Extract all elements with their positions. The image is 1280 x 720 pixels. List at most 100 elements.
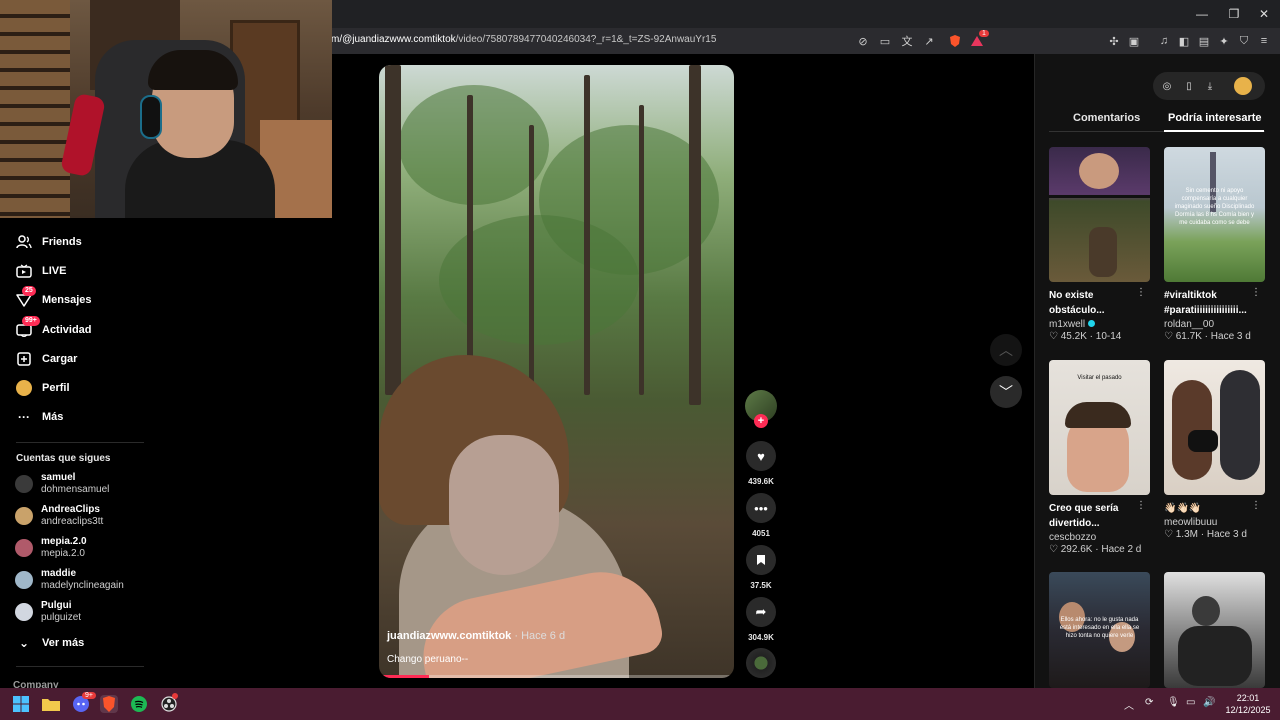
media-icon[interactable]: ♫: [1156, 33, 1172, 49]
close-icon[interactable]: ✕: [1248, 0, 1280, 28]
sidebar-divider: [16, 666, 144, 667]
obs-icon[interactable]: [160, 693, 178, 713]
video-tree: [689, 65, 701, 405]
extensions-icon[interactable]: ✣: [1106, 33, 1122, 49]
sidebar-item-friends[interactable]: Friends: [16, 231, 82, 253]
webcam-stairs: [0, 0, 70, 218]
save-button[interactable]: 37.5K: [744, 545, 778, 590]
brave-icon[interactable]: [100, 695, 118, 713]
restore-icon[interactable]: ❐: [1218, 0, 1250, 28]
video-tree: [529, 125, 534, 405]
sidebar-toggle-icon[interactable]: ◧: [1176, 33, 1192, 49]
recommended-video-card[interactable]: [1164, 572, 1265, 688]
recommended-video-card[interactable]: Sin cemento ni apoyo compensaría a cualq…: [1164, 147, 1265, 342]
discord-icon[interactable]: 9+: [72, 692, 96, 713]
autoscroll-icon[interactable]: ◎: [1160, 79, 1174, 93]
card-stats: ♡ 292.6K · Hace 2 d: [1049, 544, 1142, 555]
tab-recommended[interactable]: Podría interesarte: [1168, 112, 1262, 124]
download-icon[interactable]: ⤓: [1203, 79, 1217, 93]
sidebar-item-label: Mensajes: [42, 294, 92, 306]
avatar: [15, 507, 33, 525]
sidebar-item-activity[interactable]: 99+ Actividad: [16, 316, 92, 341]
share-page-icon[interactable]: ↗: [921, 33, 937, 49]
avatar: [15, 603, 33, 621]
sidebar-item-profile[interactable]: Perfil: [16, 377, 70, 399]
video-tree: [385, 65, 401, 395]
windows-icon[interactable]: [12, 695, 30, 713]
sidebar-item-upload[interactable]: Cargar: [16, 348, 77, 370]
music-disc-icon[interactable]: [746, 648, 776, 678]
sidebar-item-more[interactable]: ··· Más: [16, 406, 63, 428]
recommended-video-card[interactable]: Ellos ahora: no le gusta nada está inter…: [1049, 572, 1150, 688]
following-item[interactable]: AndreaClips andreaclips3tt: [15, 502, 103, 530]
card-more-icon[interactable]: ⋮: [1136, 500, 1146, 511]
following-name: AndreaClips: [41, 504, 100, 515]
url-text[interactable]: m/@juandiazwww.comtiktok/video/758078947…: [331, 34, 716, 45]
mute-icon[interactable]: ⊘: [855, 33, 871, 49]
next-video-button[interactable]: ﹀: [990, 376, 1022, 408]
recommended-video-card[interactable]: Visitar el pasado ⋮ Creo que sería diver…: [1049, 360, 1150, 555]
video-progress-bar[interactable]: [379, 675, 734, 678]
brave-rewards-icon[interactable]: 1: [969, 30, 989, 49]
thumbnail-head: [1192, 596, 1220, 626]
video-foliage: [399, 85, 549, 205]
following-item[interactable]: Pulgui pulguizet: [15, 598, 81, 626]
following-item[interactable]: maddie madelynclineagain: [15, 566, 124, 594]
follow-button[interactable]: +: [754, 414, 768, 428]
card-user: meowlibuuu: [1164, 517, 1218, 528]
translate-icon[interactable]: 文: [899, 33, 915, 49]
leo-ai-icon[interactable]: ✦: [1216, 33, 1232, 49]
recommended-video-card[interactable]: ⋮ 👋🏻👋🏻👋🏻 meowlibuuu ♡ 1.3M · Hace 3 d: [1164, 360, 1265, 540]
wallet-icon[interactable]: ▤: [1196, 33, 1212, 49]
avatar: [15, 475, 33, 493]
video-thumbnail: Sin cemento ni apoyo compensaría a cualq…: [1164, 147, 1265, 282]
sidebar-item-messages[interactable]: 25 Mensajes: [16, 286, 92, 311]
user-avatar[interactable]: [1234, 77, 1252, 95]
video-tree: [584, 75, 590, 395]
live-icon: [16, 263, 32, 279]
card-more-icon[interactable]: ⋮: [1251, 287, 1261, 298]
comment-count: 4051: [752, 529, 770, 538]
tab-icon[interactable]: ▣: [1126, 33, 1142, 49]
following-name: samuel: [41, 472, 76, 483]
microphone-icon[interactable]: 🎙: [1167, 697, 1180, 708]
video-player[interactable]: juandiazwww.comtiktok · Hace 6 d Chango …: [379, 65, 734, 678]
recommended-video-card[interactable]: ⋮ No existe obstáculo... m1xwell ♡ 45.2K…: [1049, 147, 1150, 342]
minimize-icon[interactable]: —: [1186, 0, 1218, 28]
like-button[interactable]: ♥ 439.6K: [744, 441, 778, 486]
share-button[interactable]: ➦ 304.9K: [744, 597, 778, 642]
avatar: [15, 571, 33, 589]
messages-badge: 25: [22, 286, 36, 296]
taskbar-clock[interactable]: 22:01 12/12/2025: [1222, 692, 1274, 716]
previous-video-button[interactable]: ︿: [990, 334, 1022, 366]
thumbnail-face: [1079, 153, 1119, 189]
video-tree: [639, 105, 644, 395]
volume-icon[interactable]: 🔊: [1203, 697, 1215, 708]
tray-chevron-up-icon[interactable]: ︿: [1124, 697, 1134, 712]
menu-icon[interactable]: ≡: [1256, 33, 1272, 49]
following-item[interactable]: mepia.2.0 mepia.2.0: [15, 534, 87, 562]
messages-icon: 25: [16, 286, 36, 308]
webcam-overlay: [0, 0, 332, 218]
cast-icon[interactable]: ▭: [877, 33, 893, 49]
sidebar-item-live[interactable]: LIVE: [16, 260, 66, 282]
mobile-view-icon[interactable]: ▯: [1182, 79, 1196, 93]
comment-button[interactable]: ••• 4051: [744, 493, 778, 538]
windows-taskbar: [0, 688, 1280, 720]
tab-comments[interactable]: Comentarios: [1073, 112, 1140, 124]
following-item[interactable]: samuel dohmensamuel: [15, 470, 109, 498]
spotify-icon[interactable]: [130, 695, 148, 713]
card-title: No existe obstáculo...: [1049, 290, 1105, 316]
see-more-button[interactable]: ⌄ Ver más: [16, 632, 84, 654]
folder-icon[interactable]: [42, 695, 60, 713]
network-icon[interactable]: ▭: [1186, 697, 1195, 708]
vpn-icon[interactable]: ⛉: [1236, 33, 1252, 49]
brave-shield-icon[interactable]: [947, 33, 963, 49]
video-author[interactable]: juandiazwww.comtiktok · Hace 6 d: [387, 630, 565, 642]
friends-icon: [16, 234, 32, 250]
video-monkey-face: [449, 435, 559, 575]
sync-icon[interactable]: ⟳: [1145, 697, 1153, 708]
card-more-icon[interactable]: ⋮: [1136, 287, 1146, 298]
card-more-icon[interactable]: ⋮: [1251, 500, 1261, 511]
more-icon: ···: [18, 410, 30, 424]
